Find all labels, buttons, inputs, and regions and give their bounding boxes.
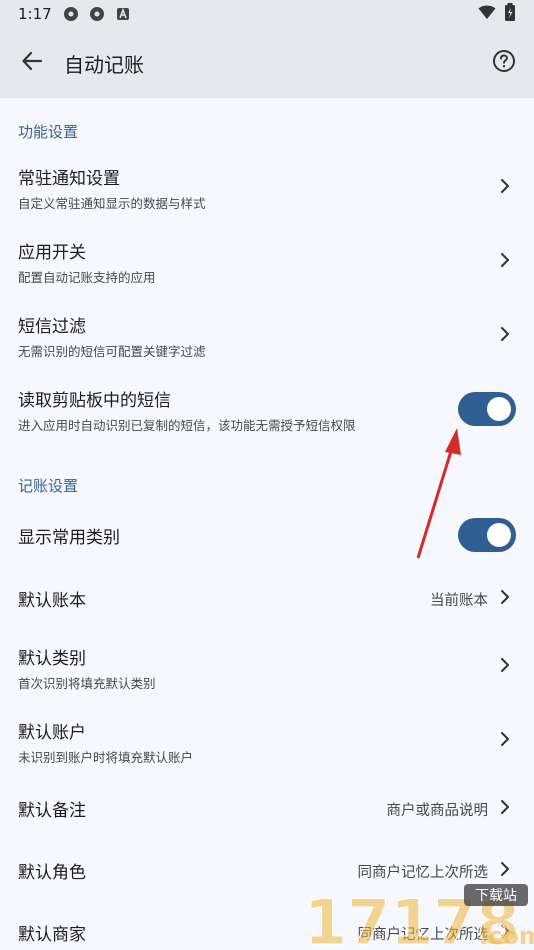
help-circle-icon	[492, 49, 516, 77]
chevron-right-icon	[498, 861, 512, 877]
setting-title: 默认角色	[18, 863, 86, 883]
chevron-right-icon	[498, 326, 512, 342]
help-button[interactable]	[474, 28, 534, 98]
a-icon	[114, 5, 132, 23]
chevron-right-icon	[498, 178, 512, 194]
toggle-knob	[487, 397, 511, 421]
chevron-right-icon	[498, 252, 512, 268]
setting-item-default-remark[interactable]: 默认备注 商户或商品说明	[0, 778, 534, 838]
setting-title: 默认账本	[18, 591, 86, 611]
setting-item-default-book[interactable]: 默认账本 当前账本	[0, 568, 534, 626]
setting-title: 默认商家	[18, 925, 86, 945]
setting-title: 应用开关	[18, 243, 86, 263]
wifi-icon	[478, 4, 496, 24]
setting-subtitle: 首次识别将填充默认类别	[18, 676, 156, 691]
setting-value: 同商户记忆上次所选	[357, 865, 489, 881]
setting-title: 常驻通知设置	[18, 169, 120, 189]
chevron-right-icon	[498, 589, 512, 605]
setting-title: 读取剪贴板中的短信	[18, 391, 171, 411]
gear-icon	[62, 5, 80, 23]
status-time: 1:17	[18, 5, 52, 23]
clipboard-toggle[interactable]	[458, 392, 516, 426]
gear-icon	[88, 5, 106, 23]
setting-value: 当前账本	[430, 593, 488, 609]
setting-item-default-category[interactable]: 默认类别 首次识别将填充默认类别	[0, 634, 534, 708]
setting-item-read-clipboard[interactable]: 读取剪贴板中的短信 进入应用时自动识别已复制的短信，该功能无需授予短信权限	[0, 376, 534, 450]
setting-subtitle: 未识别到账户时将填充默认账户	[18, 750, 194, 765]
page-title: 自动记账	[64, 52, 144, 77]
arrow-left-icon	[21, 50, 43, 76]
setting-subtitle: 自定义常驻通知显示的数据与样式	[18, 196, 206, 211]
setting-title: 默认账户	[18, 723, 86, 743]
chevron-right-icon	[498, 731, 512, 747]
setting-subtitle: 无需识别的短信可配置关键字过滤	[18, 344, 206, 359]
watermark-suffix: .com	[479, 922, 534, 950]
setting-item-show-common-category[interactable]: 显示常用类别	[0, 506, 534, 564]
setting-item-app-switch[interactable]: 应用开关 配置自动记账支持的应用	[0, 228, 534, 302]
setting-subtitle: 配置自动记账支持的应用	[18, 270, 156, 285]
setting-title: 显示常用类别	[18, 528, 120, 548]
setting-title: 默认类别	[18, 649, 86, 669]
back-button[interactable]	[0, 28, 64, 98]
app-bar: 自动记账	[0, 28, 534, 98]
setting-item-notification[interactable]: 常驻通知设置 自定义常驻通知显示的数据与样式	[0, 154, 534, 228]
watermark-badge: 下载站	[475, 888, 517, 904]
common-category-toggle[interactable]	[458, 518, 516, 552]
setting-title: 默认备注	[18, 801, 86, 821]
setting-value: 商户或商品说明	[386, 803, 489, 819]
setting-subtitle: 进入应用时自动识别已复制的短信，该功能无需授予短信权限	[18, 418, 356, 433]
status-bar: 1:17	[0, 0, 534, 28]
section-header-bookkeeping: 记账设置	[18, 477, 79, 495]
chevron-right-icon	[498, 657, 512, 673]
section-header-function: 功能设置	[18, 123, 79, 141]
setting-title: 短信过滤	[18, 317, 86, 337]
battery-icon	[504, 3, 516, 25]
setting-item-sms-filter[interactable]: 短信过滤 无需识别的短信可配置关键字过滤	[0, 302, 534, 376]
setting-item-default-account[interactable]: 默认账户 未识别到账户时将填充默认账户	[0, 708, 534, 782]
toggle-knob	[487, 523, 511, 547]
chevron-right-icon	[498, 799, 512, 815]
watermark-logo: 17178 下载站 .com	[294, 880, 534, 950]
